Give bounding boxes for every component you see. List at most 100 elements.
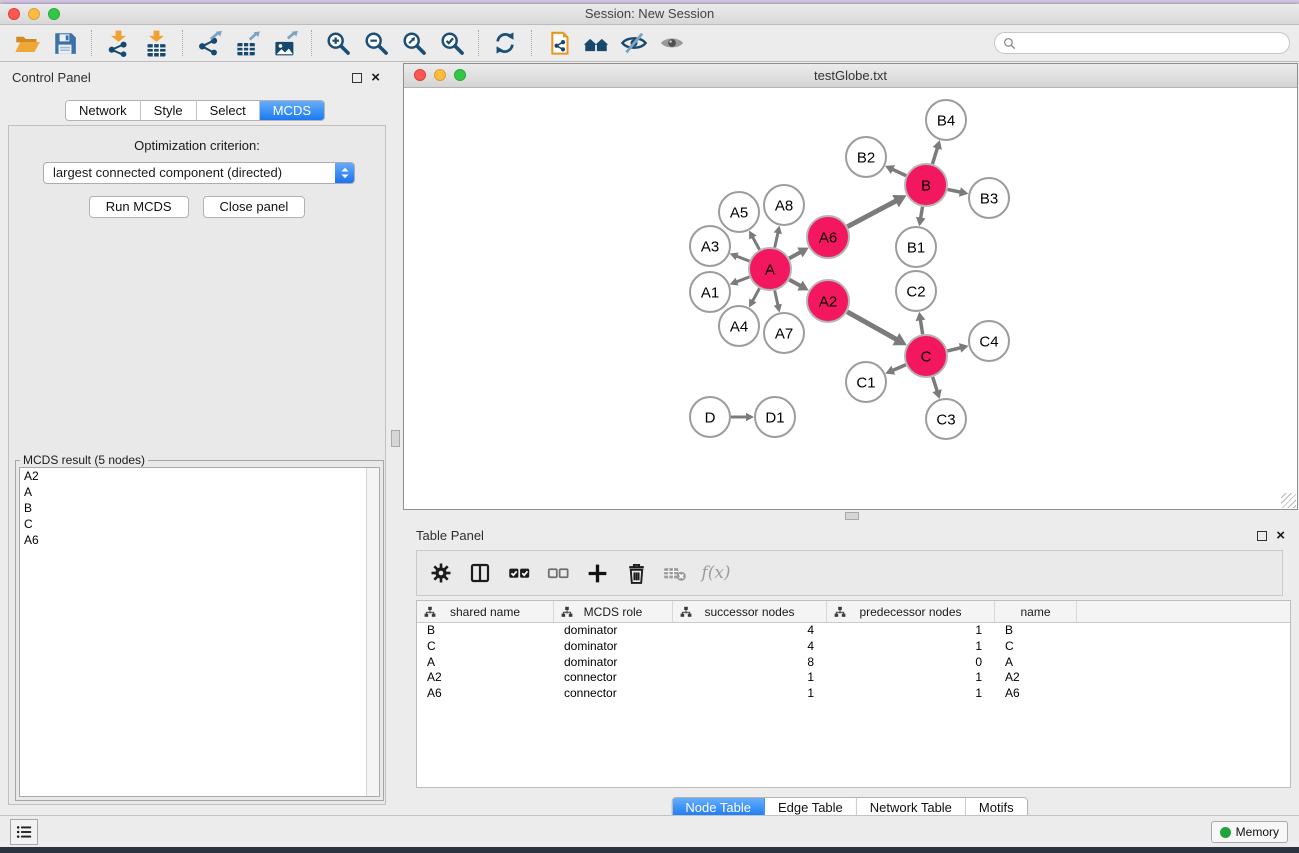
close-table-panel-icon[interactable]: × — [1276, 531, 1285, 541]
home-button[interactable] — [577, 28, 615, 59]
table-cell[interactable]: 8 — [673, 655, 827, 671]
graph-edge-C-C2[interactable] — [916, 312, 926, 335]
table-cell[interactable]: 1 — [827, 670, 995, 686]
graph-node-B4[interactable]: B4 — [926, 100, 966, 140]
table-cell[interactable]: 4 — [673, 623, 827, 639]
graph-edge-A-A7[interactable] — [774, 290, 782, 312]
table-cell[interactable]: 4 — [673, 639, 827, 655]
close-panel-button[interactable]: Close panel — [203, 196, 306, 218]
graph-edge-D-D1[interactable] — [731, 413, 754, 421]
hide-graphics-details-button[interactable] — [615, 28, 653, 59]
graph-edge-A6-B[interactable] — [847, 195, 906, 227]
table-cell[interactable]: 1 — [827, 623, 995, 639]
export-table-button[interactable] — [228, 28, 266, 59]
table-cell[interactable]: A6 — [995, 686, 1077, 702]
clone-network-button[interactable] — [539, 28, 577, 59]
graph-edge-A-A2[interactable] — [789, 280, 808, 291]
graph-edge-A-A6[interactable] — [789, 248, 808, 259]
table-cell[interactable]: dominator — [554, 655, 673, 671]
window-resize-grip[interactable] — [1281, 493, 1296, 508]
table-cell[interactable]: A2 — [995, 670, 1077, 686]
table-cell[interactable]: connector — [554, 686, 673, 702]
create-column-button[interactable] — [579, 556, 615, 590]
graph-edge-B-B3[interactable] — [948, 187, 969, 197]
optimization-criterion-select[interactable]: largest connected component (directed) — [43, 162, 355, 184]
zoom-selected-button[interactable] — [433, 28, 471, 59]
mcds-result-item[interactable]: C — [20, 516, 379, 532]
graph-edge-A-A3[interactable] — [730, 252, 750, 261]
export-network-button[interactable] — [190, 28, 228, 59]
tab-network[interactable]: Network — [66, 101, 141, 120]
zoom-out-button[interactable] — [357, 28, 395, 59]
tab-mcds[interactable]: MCDS — [260, 101, 324, 120]
table-cell[interactable]: 1 — [827, 639, 995, 655]
mcds-result-item[interactable]: A6 — [20, 532, 379, 548]
float-panel-icon[interactable] — [352, 73, 362, 83]
show-columns-button[interactable] — [462, 556, 498, 590]
column-header-successor-nodes[interactable]: successor nodes — [673, 601, 827, 622]
show-graphics-details-button[interactable] — [653, 28, 691, 59]
float-table-panel-icon[interactable] — [1257, 531, 1267, 541]
table-cell[interactable]: 1 — [673, 670, 827, 686]
table-cell[interactable]: dominator — [554, 623, 673, 639]
zoom-in-button[interactable] — [319, 28, 357, 59]
import-network-button[interactable] — [99, 28, 137, 59]
graph-edge-A-A4[interactable] — [749, 288, 759, 307]
task-history-button[interactable] — [10, 819, 38, 845]
graph-edge-A2-C[interactable] — [847, 312, 907, 345]
network-window-title-bar[interactable]: testGlobe.txt — [404, 64, 1297, 88]
table-row[interactable]: Cdominator41C — [417, 639, 1290, 655]
graph-node-A5[interactable]: A5 — [719, 192, 759, 232]
delete-column-button[interactable] — [618, 556, 654, 590]
graph-edge-A-A1[interactable] — [730, 277, 750, 286]
table-cell[interactable]: C — [417, 639, 554, 655]
table-cell[interactable]: A2 — [417, 670, 554, 686]
table-cell[interactable]: 1 — [827, 686, 995, 702]
graph-node-A2[interactable]: A2 — [807, 280, 849, 322]
table-cell[interactable]: B — [995, 623, 1077, 639]
deselect-all-columns-button[interactable] — [540, 556, 576, 590]
graph-edge-B-B1[interactable] — [916, 207, 926, 227]
graph-node-B3[interactable]: B3 — [969, 178, 1009, 218]
graph-node-C1[interactable]: C1 — [846, 362, 886, 402]
memory-button[interactable]: Memory — [1211, 821, 1288, 843]
table-cell[interactable]: dominator — [554, 639, 673, 655]
graph-edge-C-C1[interactable] — [885, 365, 906, 375]
graph-edge-C-C3[interactable] — [932, 377, 941, 399]
mcds-result-item[interactable]: A2 — [20, 468, 379, 484]
graph-edge-C-C4[interactable] — [947, 343, 968, 353]
tab-style[interactable]: Style — [141, 101, 197, 120]
refresh-button[interactable] — [486, 28, 524, 59]
table-row[interactable]: A6connector11A6 — [417, 686, 1290, 702]
export-image-button[interactable] — [266, 28, 304, 59]
table-cell[interactable]: 1 — [673, 686, 827, 702]
graph-node-C[interactable]: C — [905, 335, 947, 377]
table-row[interactable]: Bdominator41B — [417, 623, 1290, 639]
save-session-button[interactable] — [46, 28, 84, 59]
scrollbar-track[interactable] — [366, 468, 379, 796]
graph-node-A8[interactable]: A8 — [764, 185, 804, 225]
mcds-result-item[interactable]: B — [20, 500, 379, 516]
run-mcds-button[interactable]: Run MCDS — [89, 196, 189, 218]
column-header-predecessor-nodes[interactable]: predecessor nodes — [827, 601, 995, 622]
table-cell[interactable]: A6 — [417, 686, 554, 702]
table-cell[interactable]: A — [417, 655, 554, 671]
graph-node-D[interactable]: D — [690, 397, 730, 437]
graph-edge-A-A8[interactable] — [774, 226, 782, 248]
table-cell[interactable]: connector — [554, 670, 673, 686]
tab-select[interactable]: Select — [197, 101, 260, 120]
column-header-shared-name[interactable]: shared name — [417, 601, 554, 622]
graph-node-C3[interactable]: C3 — [926, 399, 966, 439]
graph-edge-B-B4[interactable] — [932, 140, 941, 164]
node-table[interactable]: shared nameMCDS rolesuccessor nodesprede… — [416, 600, 1291, 788]
zoom-fit-button[interactable] — [395, 28, 433, 59]
table-cell[interactable]: 0 — [827, 655, 995, 671]
graph-node-B2[interactable]: B2 — [846, 137, 886, 177]
import-table-button[interactable] — [137, 28, 175, 59]
table-settings-button[interactable] — [423, 556, 459, 590]
graph-edge-A-A5[interactable] — [749, 230, 759, 249]
graph-node-A4[interactable]: A4 — [719, 306, 759, 346]
search-input[interactable] — [1021, 36, 1281, 50]
column-header-name[interactable]: name — [995, 601, 1077, 622]
column-header-mcds-role[interactable]: MCDS role — [554, 601, 673, 622]
